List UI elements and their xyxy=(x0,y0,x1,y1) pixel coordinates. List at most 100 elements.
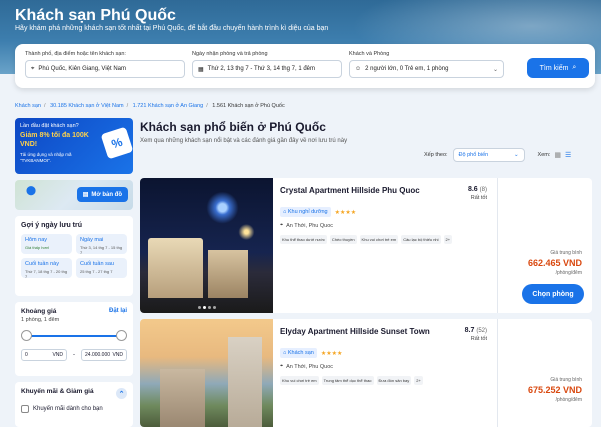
chip-sub: 25 thg 7 - 27 thg 7 xyxy=(80,269,113,274)
dates-label: Ngày nhận phòng và trả phòng xyxy=(192,51,268,57)
destination-value: Phú Quốc, Kiên Giang, Việt Nam xyxy=(38,66,126,72)
discount-tag-icon: % xyxy=(100,126,133,160)
amenity-tag: Đưa đón sân bay xyxy=(376,376,412,385)
hotel-location: ⌖ An Thới, Phu Quoc xyxy=(280,363,485,370)
promo-filter: Khuyến mãi & Giảm giá ⌃ Khuyến mãi dành … xyxy=(15,382,133,427)
search-icon: ⌕ xyxy=(572,64,577,71)
view-toggle: Xem: ▦ ☰ xyxy=(538,151,572,159)
price-label: Giá trung bình xyxy=(550,250,582,256)
date-chip-next-weekend[interactable]: Cuối tuần sau 25 thg 7 - 27 thg 7 xyxy=(76,258,127,278)
hotel-photo[interactable] xyxy=(140,178,273,313)
building-shape xyxy=(148,238,203,298)
date-chip-this-weekend[interactable]: Cuối tuần này Thứ 7, 18 thg 7 - 20 thg 7 xyxy=(21,258,72,279)
review-count: (8) xyxy=(479,187,487,193)
date-suggestions: Gợi ý ngày lưu trú Hôm nay Giá thấp hơn!… xyxy=(15,216,133,296)
breadcrumb-current: 1.561 Khách sạn ở Phú Quốc xyxy=(212,103,285,109)
chevron-down-icon: ⌄ xyxy=(492,66,498,73)
price-unit: /phòng/đêm xyxy=(555,397,582,403)
slider-max-handle[interactable] xyxy=(116,330,127,341)
open-map-label: Mở bản đồ xyxy=(91,191,122,198)
hotel-card[interactable]: Elyday Apartment Hillside Sunset Town ⌂ … xyxy=(140,319,592,427)
chip-label: Ngày mai xyxy=(80,237,104,243)
currency-label: VND xyxy=(52,352,63,358)
search-button-label: Tìm kiếm xyxy=(539,64,569,72)
slider-track xyxy=(25,335,123,337)
price-value: 675.252 VND xyxy=(527,385,582,395)
chip-label: Cuối tuần sau xyxy=(80,261,114,267)
min-price-input[interactable]: 0 VND xyxy=(21,349,67,361)
promo-option-label: Khuyến mãi dành cho bạn xyxy=(33,406,103,412)
hotel-card[interactable]: Crystal Apartment Hillside Phu Quoc ⌂ Kh… xyxy=(140,178,592,313)
location-pin-icon: ⌖ xyxy=(280,363,284,369)
choose-room-button[interactable]: Chọn phòng xyxy=(522,284,584,304)
reset-link[interactable]: Đặt lại xyxy=(109,308,127,315)
amenity-tag: 2+ xyxy=(443,235,453,244)
promo-banner[interactable]: Lần đầu đặt khách sạn? Giảm 8% tối đa 10… xyxy=(15,118,133,174)
price-unit: /phòng/đêm xyxy=(555,270,582,276)
property-type-badge: ⌂ Khu nghỉ dưỡng xyxy=(280,207,331,217)
min-price-value: 0 xyxy=(25,352,28,358)
hotel-photo[interactable] xyxy=(140,319,273,427)
grid-view-icon[interactable]: ▦ xyxy=(554,151,561,159)
price-filter-subtitle: 1 phòng, 1 đêm xyxy=(21,317,60,323)
chevron-up-icon[interactable]: ⌃ xyxy=(116,388,127,399)
price-range-slider[interactable] xyxy=(21,329,127,343)
checkbox[interactable] xyxy=(21,405,29,413)
chip-label: Cuối tuần này xyxy=(25,261,59,267)
amenity-tag: Trung tâm thể dục thể thao xyxy=(321,376,374,385)
review-count: (52) xyxy=(476,328,487,334)
property-type-badge: ⌂ Khách sạn xyxy=(280,348,317,358)
building-shape xyxy=(160,369,205,427)
sort-select[interactable]: Độ phổ biến ⌄ xyxy=(452,148,525,162)
review-score: 8.7 (52) Rất tốt xyxy=(427,327,487,342)
date-chip-today[interactable]: Hôm nay Giá thấp hơn! xyxy=(21,234,72,254)
chip-sub: Giá thấp hơn! xyxy=(25,245,50,250)
rating-word: Rất tốt xyxy=(470,195,487,201)
hotel-location: ⌖ An Thới, Phu Quoc xyxy=(280,222,485,229)
section-subtitle: Xem qua những khách sạn nổi bật và các đ… xyxy=(140,138,348,144)
range-dash: - xyxy=(73,352,75,358)
sort-label: Xếp theo: xyxy=(424,152,448,158)
destination-field: Thành phố, địa điểm hoặc tên khách sạn: … xyxy=(25,51,185,78)
rating-word: Rất tốt xyxy=(470,336,487,342)
amenity-tag: Câu lạc bộ thiếu nhi xyxy=(401,235,441,244)
review-score: 8.6 (8) Rất tốt xyxy=(427,186,487,201)
map-pin-icon: ⬤ xyxy=(26,185,37,195)
map-icon: ▤ xyxy=(82,192,89,198)
guests-value-wrap: ☺ 2 người lớn, 0 Trẻ em, 1 phòng xyxy=(355,66,448,72)
list-view-icon[interactable]: ☰ xyxy=(565,151,571,159)
search-button[interactable]: Tìm kiếm ⌕ xyxy=(527,58,589,78)
promo-line2: Giảm 8% tối đa 100K VND! xyxy=(20,132,89,148)
breadcrumb-item[interactable]: 30.185 Khách sạn ở Việt Nam xyxy=(50,103,124,109)
promo-line1: Lần đầu đặt khách sạn? xyxy=(20,123,79,129)
amenity-tag: Chèo thuyền xyxy=(329,235,357,244)
chip-sub: Thứ 7, 18 thg 7 - 20 thg 7 xyxy=(25,269,68,279)
destination-input[interactable]: ⌖ Phú Quốc, Kiên Giang, Việt Nam xyxy=(25,60,185,78)
sort-value: Độ phổ biến xyxy=(458,152,489,158)
amenity-tags: Khu vui chơi trẻ em Trung tâm thể dục th… xyxy=(280,376,485,385)
slider-min-handle[interactable] xyxy=(21,330,32,341)
max-price-input[interactable]: 24.000.000 VND xyxy=(81,349,127,361)
breadcrumb-separator: / xyxy=(126,103,129,109)
amenity-tag: 2+ xyxy=(414,376,423,385)
property-type-label: Khu nghỉ dưỡng xyxy=(287,209,328,215)
sort-bar: Xếp theo: Độ phổ biến ⌄ Xem: ▦ ☰ xyxy=(424,148,571,162)
choose-room-label: Chọn phòng xyxy=(532,290,574,298)
date-chip-tomorrow[interactable]: Ngày mai Thứ 3, 14 thg 7 - 15 thg 7 xyxy=(76,234,127,255)
page-title: Khách sạn Phú Quốc xyxy=(15,7,176,24)
breadcrumb-item[interactable]: Khách sạn xyxy=(15,103,41,109)
max-price-value: 24.000.000 xyxy=(85,352,111,358)
breadcrumb-item[interactable]: 1.721 Khách sạn ở An Giang xyxy=(133,103,204,109)
chip-label: Hôm nay xyxy=(25,237,48,243)
property-type-label: Khách sạn xyxy=(287,350,314,356)
date-suggestions-title: Gợi ý ngày lưu trú xyxy=(21,222,82,229)
destination-label: Thành phố, địa điểm hoặc tên khách sạn: xyxy=(25,51,126,57)
star-rating: ★★★★ xyxy=(320,350,343,357)
open-map-button[interactable]: ▤ Mở bản đồ xyxy=(76,187,128,202)
promo-checkbox-row[interactable]: Khuyến mãi dành cho bạn xyxy=(21,405,127,413)
guests-input[interactable]: ☺ 2 người lớn, 0 Trẻ em, 1 phòng ⌄ xyxy=(349,60,504,78)
dates-input[interactable]: ▦ Thứ 2, 13 thg 7 - Thứ 3, 14 thg 7, 1 đ… xyxy=(192,60,342,78)
dates-value: Thứ 2, 13 thg 7 - Thứ 3, 14 thg 7, 1 đêm xyxy=(207,66,315,72)
map-preview[interactable]: ⬤ ▤ Mở bản đồ xyxy=(15,180,133,210)
calendar-icon: ▦ xyxy=(198,66,204,73)
